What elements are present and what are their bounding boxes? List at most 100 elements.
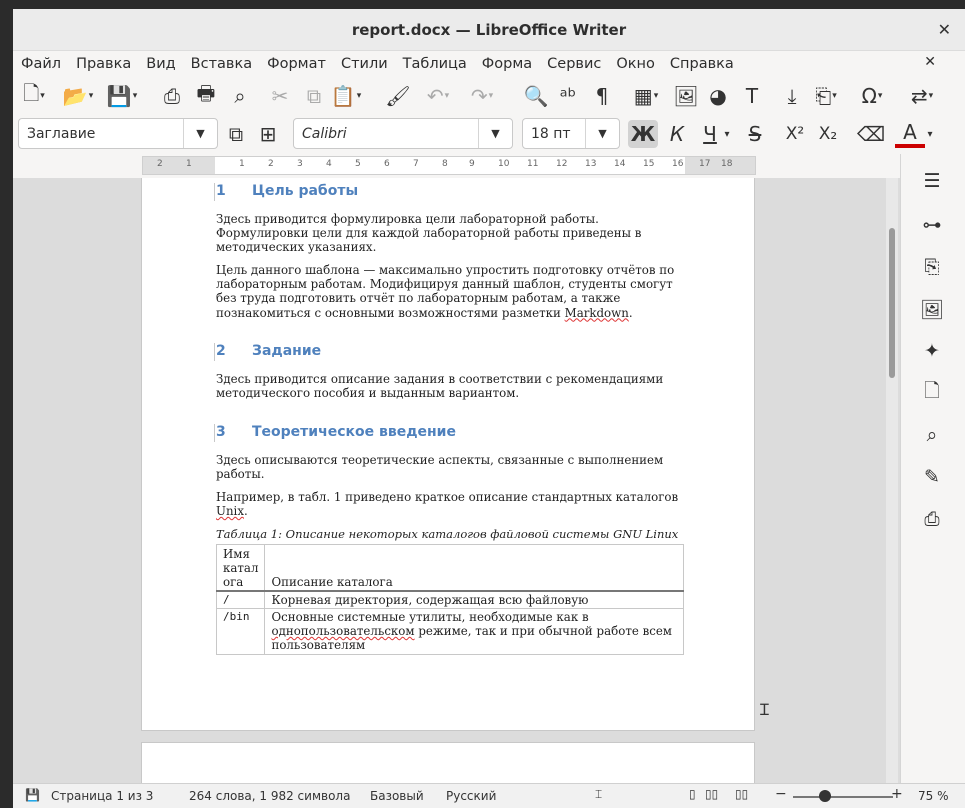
multi-page-view-icon[interactable]: ▯▯ bbox=[705, 787, 718, 801]
export-pdf-icon[interactable]: ⎙ bbox=[159, 83, 185, 109]
menu-styles[interactable]: Стили bbox=[341, 56, 388, 72]
font-color-dropdown-icon[interactable]: ▾ bbox=[923, 120, 937, 148]
zoom-level[interactable]: 75 % bbox=[918, 789, 949, 803]
copy-icon[interactable]: ⧉ bbox=[301, 83, 327, 109]
print-icon[interactable]: 🖶 bbox=[193, 81, 219, 109]
menu-insert[interactable]: Вставка bbox=[191, 56, 252, 72]
gallery-icon[interactable]: 🖼 bbox=[919, 296, 945, 322]
subscript-button[interactable]: X₂ bbox=[813, 120, 843, 148]
cut-icon[interactable]: ✂ bbox=[267, 83, 293, 109]
zoom-slider[interactable] bbox=[793, 796, 893, 798]
menu-file[interactable]: Файл bbox=[21, 56, 61, 72]
save-icon[interactable]: 💾 ▾ bbox=[107, 83, 137, 109]
paragraph[interactable]: Здесь приводится описание задания в соот… bbox=[216, 372, 686, 400]
single-page-view-icon[interactable]: ▯ bbox=[689, 787, 696, 801]
page-1[interactable]: 1 Цель работы Здесь приводится формулиро… bbox=[141, 178, 769, 731]
horizontal-ruler[interactable]: 2 1 1 2 3 4 5 6 7 8 9 10 11 12 13 14 15 … bbox=[142, 156, 756, 175]
insert-textbox-icon[interactable]: T bbox=[739, 83, 765, 109]
sidebar-menu-icon[interactable]: ☰ bbox=[919, 168, 945, 194]
table-cell[interactable]: Корневая директория, содержащая всю файл… bbox=[264, 590, 684, 609]
superscript-button[interactable]: X² bbox=[780, 120, 810, 148]
spellcheck-icon[interactable]: ᵃᵇ bbox=[555, 83, 581, 109]
page-settings-icon[interactable]: ⎘ bbox=[919, 254, 945, 280]
paragraph-style-select[interactable]: Заглавие ▼ bbox=[18, 118, 218, 149]
paste-icon[interactable]: 📋 ▾ bbox=[331, 83, 361, 109]
vertical-scrollbar[interactable] bbox=[886, 178, 898, 788]
misspelled-word[interactable]: Markdown bbox=[565, 306, 629, 320]
chevron-down-icon[interactable]: ▼ bbox=[183, 119, 217, 148]
page-icon[interactable]: 🗋 bbox=[919, 380, 945, 406]
heading-text: Цель работы bbox=[252, 183, 359, 199]
misspelled-word[interactable]: однопользовательском bbox=[271, 624, 414, 638]
table-cell[interactable]: / bbox=[215, 590, 266, 609]
underline-dropdown-icon[interactable]: ▾ bbox=[720, 120, 734, 148]
page-style[interactable]: Базовый bbox=[370, 789, 424, 803]
zoom-out-button[interactable]: − bbox=[775, 786, 787, 802]
new-document-icon[interactable]: 🗋 ▾ bbox=[21, 81, 47, 109]
style-inspector-icon[interactable]: ⌕ bbox=[919, 422, 945, 448]
page-count[interactable]: Страница 1 из 3 bbox=[51, 789, 153, 803]
properties-icon[interactable]: ⊶ bbox=[919, 212, 945, 238]
clear-formatting-icon[interactable]: ⌫ bbox=[856, 120, 886, 148]
paragraph[interactable]: Здесь описываются теоретические аспекты,… bbox=[216, 453, 686, 481]
font-color-button[interactable]: A bbox=[895, 120, 925, 148]
text-language[interactable]: Русский bbox=[446, 789, 496, 803]
italic-button[interactable]: К bbox=[662, 120, 692, 148]
track-changes-icon[interactable]: ⇄ ▾ bbox=[909, 83, 935, 109]
open-folder-icon[interactable]: 📂 ▾ bbox=[63, 83, 93, 109]
document-area[interactable]: 1 Цель работы Здесь приводится формулиро… bbox=[13, 178, 903, 788]
chevron-down-icon[interactable]: ▼ bbox=[478, 119, 512, 148]
menu-window[interactable]: Окно bbox=[616, 56, 655, 72]
menu-format[interactable]: Формат bbox=[267, 56, 326, 72]
directories-table[interactable]: Имя катал ога Описание каталога / Корнев… bbox=[215, 544, 684, 655]
menu-tools[interactable]: Сервис bbox=[547, 56, 601, 72]
scrollbar-thumb[interactable] bbox=[889, 228, 895, 378]
close-document-icon[interactable]: ✕ bbox=[924, 54, 936, 70]
zoom-in-button[interactable]: + bbox=[891, 786, 903, 802]
zoom-slider-handle[interactable] bbox=[819, 790, 831, 802]
paragraph[interactable]: Цель данного шаблона — максимально упрос… bbox=[216, 263, 686, 320]
misspelled-word[interactable]: Unix bbox=[216, 504, 244, 518]
table-cell[interactable]: Основные системные утилиты, необходимые … bbox=[264, 608, 684, 655]
print-preview-icon[interactable]: ⌕ bbox=[227, 83, 253, 109]
formatting-marks-icon[interactable]: ¶ bbox=[589, 83, 615, 109]
strikethrough-button[interactable]: S bbox=[740, 120, 770, 148]
menu-help[interactable]: Справка bbox=[670, 56, 734, 72]
font-size-select[interactable]: 18 пт ▼ bbox=[522, 118, 620, 149]
design-icon[interactable]: ⎙ bbox=[919, 506, 945, 532]
menu-view[interactable]: Вид bbox=[146, 56, 175, 72]
new-style-icon[interactable]: ⊞ bbox=[253, 120, 283, 148]
document-modified-icon[interactable]: 💾 bbox=[25, 788, 40, 802]
close-window-icon[interactable]: ✕ bbox=[938, 20, 951, 39]
insert-image-icon[interactable]: 🖼 bbox=[673, 83, 699, 109]
font-name-select[interactable]: Calibri ▼ bbox=[293, 118, 513, 149]
page-2[interactable] bbox=[141, 742, 755, 788]
table-caption[interactable]: Таблица 1: Описание некоторых каталогов … bbox=[216, 527, 678, 541]
navigator-icon[interactable]: ✦ bbox=[919, 338, 945, 364]
manage-changes-icon[interactable]: ✎ bbox=[919, 464, 945, 490]
menu-form[interactable]: Форма bbox=[482, 56, 532, 72]
table-header-cell[interactable]: Имя катал ога bbox=[215, 544, 266, 592]
table-cell[interactable]: /bin bbox=[215, 608, 266, 655]
insert-table-icon[interactable]: ▦ ▾ bbox=[633, 83, 659, 109]
paragraph[interactable]: Например, в табл. 1 приведено краткое оп… bbox=[216, 490, 686, 518]
update-style-icon[interactable]: ⧉ bbox=[221, 120, 251, 148]
find-replace-icon[interactable]: 🔍 bbox=[523, 83, 549, 109]
redo-icon[interactable]: ↷ ▾ bbox=[469, 83, 495, 109]
clone-formatting-icon[interactable]: 🖌 bbox=[385, 83, 411, 109]
insert-mode-icon[interactable]: ⌶ bbox=[595, 787, 602, 802]
insert-chart-icon[interactable]: ◕ bbox=[705, 83, 731, 109]
chevron-down-icon[interactable]: ▼ bbox=[585, 119, 619, 148]
undo-icon[interactable]: ↶ ▾ bbox=[425, 83, 451, 109]
special-character-icon[interactable]: Ω ▾ bbox=[859, 83, 885, 109]
page-break-icon[interactable]: ⤓ bbox=[779, 83, 805, 109]
ruler-label: 1 bbox=[186, 159, 192, 169]
insert-field-icon[interactable]: ⎗ ▾ bbox=[813, 83, 839, 109]
menu-edit[interactable]: Правка bbox=[76, 56, 131, 72]
book-view-icon[interactable]: ▯▯ bbox=[735, 787, 748, 801]
word-count[interactable]: 264 слова, 1 982 символа bbox=[189, 789, 350, 803]
paragraph[interactable]: Здесь приводится формулировка цели лабор… bbox=[216, 212, 686, 255]
menu-table[interactable]: Таблица bbox=[403, 56, 467, 72]
table-header-cell[interactable]: Описание каталога bbox=[264, 544, 684, 592]
bold-button[interactable]: Ж bbox=[628, 120, 658, 148]
